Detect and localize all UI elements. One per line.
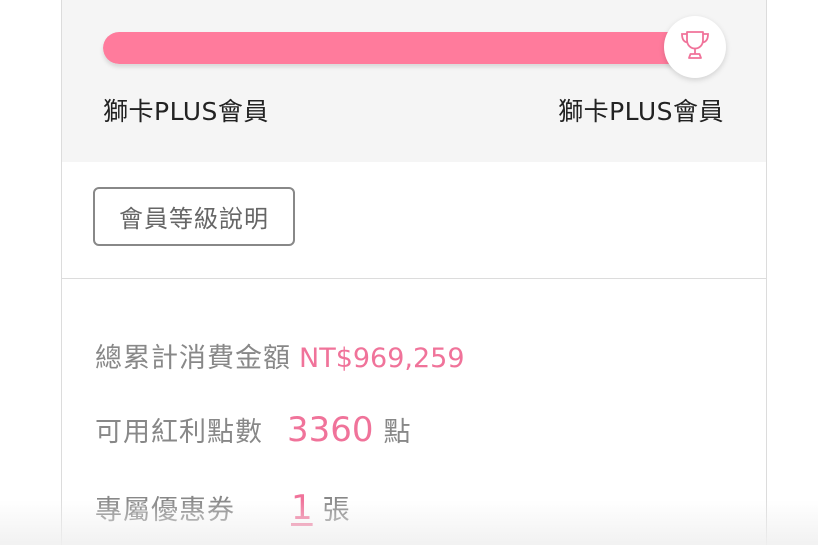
total-spend-value: NT$969,259 <box>299 343 465 374</box>
info-button-row: 會員等級說明 <box>62 162 766 279</box>
total-spend-row: 總累計消費金額 NT$969,259 <box>95 336 465 375</box>
bonus-points-value: 3360 <box>287 410 374 450</box>
trophy-icon <box>678 29 712 65</box>
bonus-points-row: 可用紅利點數 3360 點 <box>95 410 411 450</box>
next-level-label: 獅卡PLUS會員 <box>558 97 724 126</box>
coupons-row: 專屬優惠券 1 張 <box>95 488 350 528</box>
coupons-label: 專屬優惠券 <box>95 495 235 526</box>
coupons-unit: 張 <box>322 495 350 526</box>
membership-progress-fill <box>103 32 695 64</box>
coupons-count-link[interactable]: 1 <box>291 488 313 528</box>
level-info-button[interactable]: 會員等級說明 <box>93 187 295 246</box>
bonus-points-unit: 點 <box>383 417 411 448</box>
trophy-badge <box>664 16 726 78</box>
membership-progress-bar <box>103 32 695 64</box>
current-level-label: 獅卡PLUS會員 <box>103 97 269 126</box>
member-card: 獅卡PLUS會員 獅卡PLUS會員 會員等級說明 總累計消費金額 NT$969,… <box>61 0 767 545</box>
membership-level-panel: 獅卡PLUS會員 獅卡PLUS會員 <box>62 0 766 162</box>
total-spend-label: 總累計消費金額 <box>95 343 291 374</box>
bonus-points-label: 可用紅利點數 <box>95 417 263 448</box>
